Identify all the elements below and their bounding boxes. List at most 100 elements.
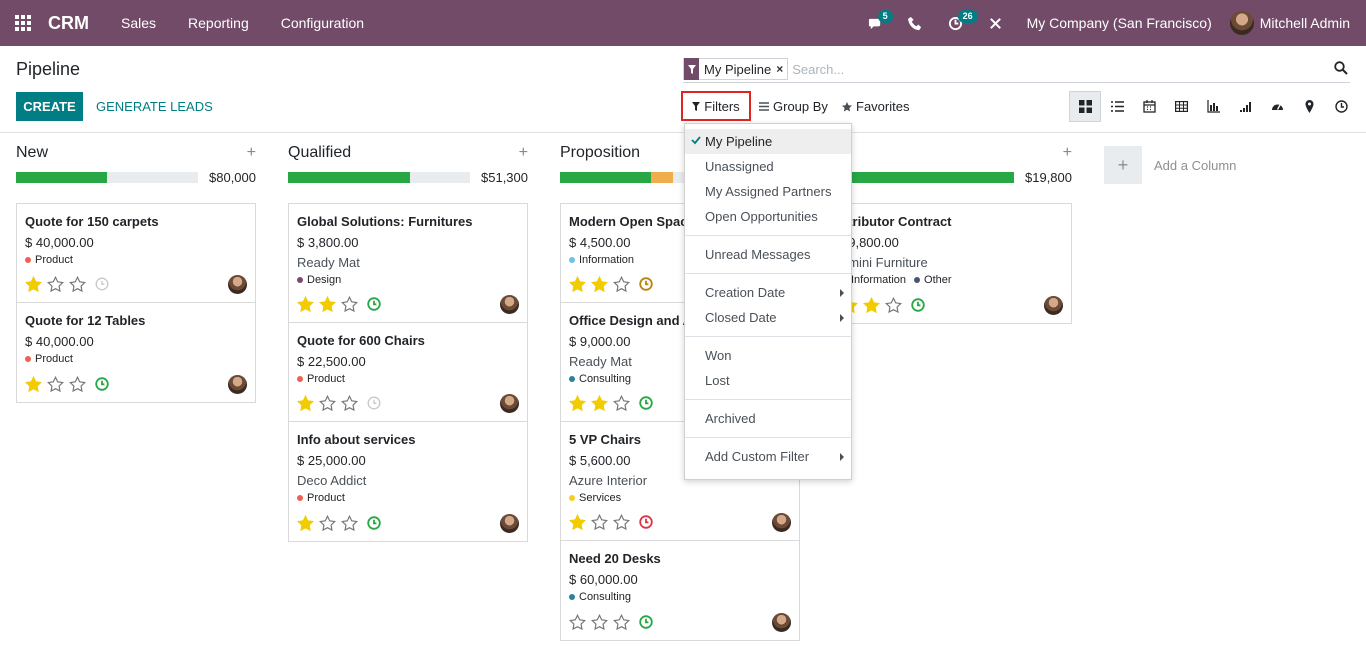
filter-option[interactable]: Unread Messages [685, 242, 851, 267]
facet-remove-icon[interactable]: × [776, 62, 787, 76]
priority-star-icon[interactable] [612, 275, 631, 293]
priority-star-icon[interactable] [340, 295, 359, 313]
create-button[interactable]: CREATE [16, 92, 83, 121]
company-switcher[interactable]: My Company (San Francisco) [1027, 15, 1212, 31]
priority-star-icon[interactable] [318, 295, 337, 313]
filter-option[interactable]: My Assigned Partners [685, 179, 851, 204]
kanban-card[interactable]: stributor Contract 19,800.00 emini Furnit… [833, 204, 1071, 323]
priority-star-icon[interactable] [590, 394, 609, 412]
salesperson-avatar[interactable] [500, 394, 519, 413]
activity-clock-icon[interactable] [911, 298, 925, 312]
salesperson-avatar[interactable] [1044, 296, 1063, 315]
filter-option[interactable]: Archived [685, 406, 851, 431]
view-map[interactable] [1293, 91, 1325, 122]
view-kanban[interactable] [1069, 91, 1101, 122]
salesperson-avatar[interactable] [228, 275, 247, 294]
salesperson-avatar[interactable] [500, 295, 519, 314]
filters-button[interactable]: Filters [681, 91, 751, 121]
progress-segment[interactable] [16, 172, 107, 183]
priority-star-icon[interactable] [590, 275, 609, 293]
priority-star-icon[interactable] [296, 394, 315, 412]
app-name[interactable]: CRM [48, 13, 89, 34]
priority-star-icon[interactable] [24, 375, 43, 393]
menu-reporting[interactable]: Reporting [172, 15, 265, 31]
column-progress-bar[interactable] [288, 172, 470, 183]
priority-star-icon[interactable] [340, 394, 359, 412]
priority-star-icon[interactable] [612, 513, 631, 531]
filter-option[interactable]: Closed Date [685, 305, 851, 330]
priority-star-icon[interactable] [590, 613, 609, 631]
kanban-card[interactable]: Global Solutions: Furnitures $ 3,800.00 R… [289, 204, 527, 323]
quick-create-icon[interactable]: + [1063, 144, 1072, 162]
priority-star-icon[interactable] [46, 275, 65, 293]
kanban-card[interactable]: Quote for 600 Chairs $ 22,500.00 Product [289, 323, 527, 422]
salesperson-avatar[interactable] [772, 613, 791, 632]
filter-option[interactable]: My Pipeline [685, 129, 851, 154]
salesperson-avatar[interactable] [500, 514, 519, 533]
priority-star-icon[interactable] [612, 394, 631, 412]
priority-star-icon[interactable] [68, 375, 87, 393]
progress-segment[interactable] [560, 172, 651, 183]
app-switcher-icon[interactable] [0, 0, 46, 46]
view-pivot[interactable] [1165, 91, 1197, 122]
activity-clock-icon[interactable] [95, 277, 109, 291]
quick-create-icon[interactable]: + [519, 144, 528, 162]
kanban-card[interactable]: Info about services $ 25,000.00 Deco Addi… [289, 422, 527, 541]
progress-segment[interactable] [832, 172, 1014, 183]
priority-star-icon[interactable] [296, 514, 315, 532]
column-header[interactable]: Qualified + [288, 143, 528, 163]
priority-star-icon[interactable] [68, 275, 87, 293]
view-cohort[interactable] [1229, 91, 1261, 122]
column-header[interactable]: New + [16, 143, 256, 163]
debug-tools-button[interactable] [976, 0, 1016, 46]
view-graph[interactable] [1197, 91, 1229, 122]
search-input[interactable] [792, 61, 1313, 77]
filter-option[interactable]: Lost [685, 368, 851, 393]
view-calendar[interactable] [1133, 91, 1165, 122]
column-progress-bar[interactable] [832, 172, 1014, 183]
salesperson-avatar[interactable] [228, 375, 247, 394]
kanban-card[interactable]: Quote for 150 carpets $ 40,000.00 Product [17, 204, 255, 303]
messaging-button[interactable]: 5 [856, 0, 896, 46]
priority-star-icon[interactable] [318, 394, 337, 412]
activity-clock-icon[interactable] [367, 396, 381, 410]
view-activity[interactable] [1325, 91, 1357, 122]
priority-star-icon[interactable] [884, 296, 903, 314]
activity-clock-icon[interactable] [639, 615, 653, 629]
menu-configuration[interactable]: Configuration [265, 15, 380, 31]
salesperson-avatar[interactable] [772, 513, 791, 532]
filter-option[interactable]: Add Custom Filter [685, 444, 851, 469]
priority-star-icon[interactable] [568, 613, 587, 631]
user-menu[interactable]: Mitchell Admin [1229, 11, 1350, 35]
activity-clock-icon[interactable] [367, 297, 381, 311]
filter-option[interactable]: Won [685, 343, 851, 368]
activity-clock-icon[interactable] [639, 396, 653, 410]
priority-star-icon[interactable] [568, 275, 587, 293]
group-by-button[interactable]: Group By [759, 92, 828, 121]
activity-clock-icon[interactable] [95, 377, 109, 391]
priority-star-icon[interactable] [318, 514, 337, 532]
column-progress-bar[interactable] [16, 172, 198, 183]
view-dashboard[interactable] [1261, 91, 1293, 122]
priority-star-icon[interactable] [46, 375, 65, 393]
add-column-button[interactable]: + Add a Column [1104, 146, 1236, 184]
filter-option[interactable]: Creation Date [685, 280, 851, 305]
search-icon[interactable] [1334, 61, 1348, 75]
priority-star-icon[interactable] [568, 513, 587, 531]
priority-star-icon[interactable] [340, 514, 359, 532]
progress-segment[interactable] [288, 172, 410, 183]
column-header[interactable]: on + [832, 143, 1072, 163]
kanban-card[interactable]: Quote for 12 Tables $ 40,000.00 Product [17, 303, 255, 402]
phone-button[interactable] [896, 0, 936, 46]
favorites-button[interactable]: Favorites [842, 92, 909, 121]
priority-star-icon[interactable] [590, 513, 609, 531]
activity-clock-icon[interactable] [367, 516, 381, 530]
priority-star-icon[interactable] [862, 296, 881, 314]
priority-star-icon[interactable] [296, 295, 315, 313]
menu-sales[interactable]: Sales [105, 15, 172, 31]
priority-star-icon[interactable] [24, 275, 43, 293]
generate-leads-button[interactable]: GENERATE LEADS [96, 92, 213, 121]
filter-option[interactable]: Open Opportunities [685, 204, 851, 229]
view-list[interactable] [1101, 91, 1133, 122]
priority-star-icon[interactable] [568, 394, 587, 412]
